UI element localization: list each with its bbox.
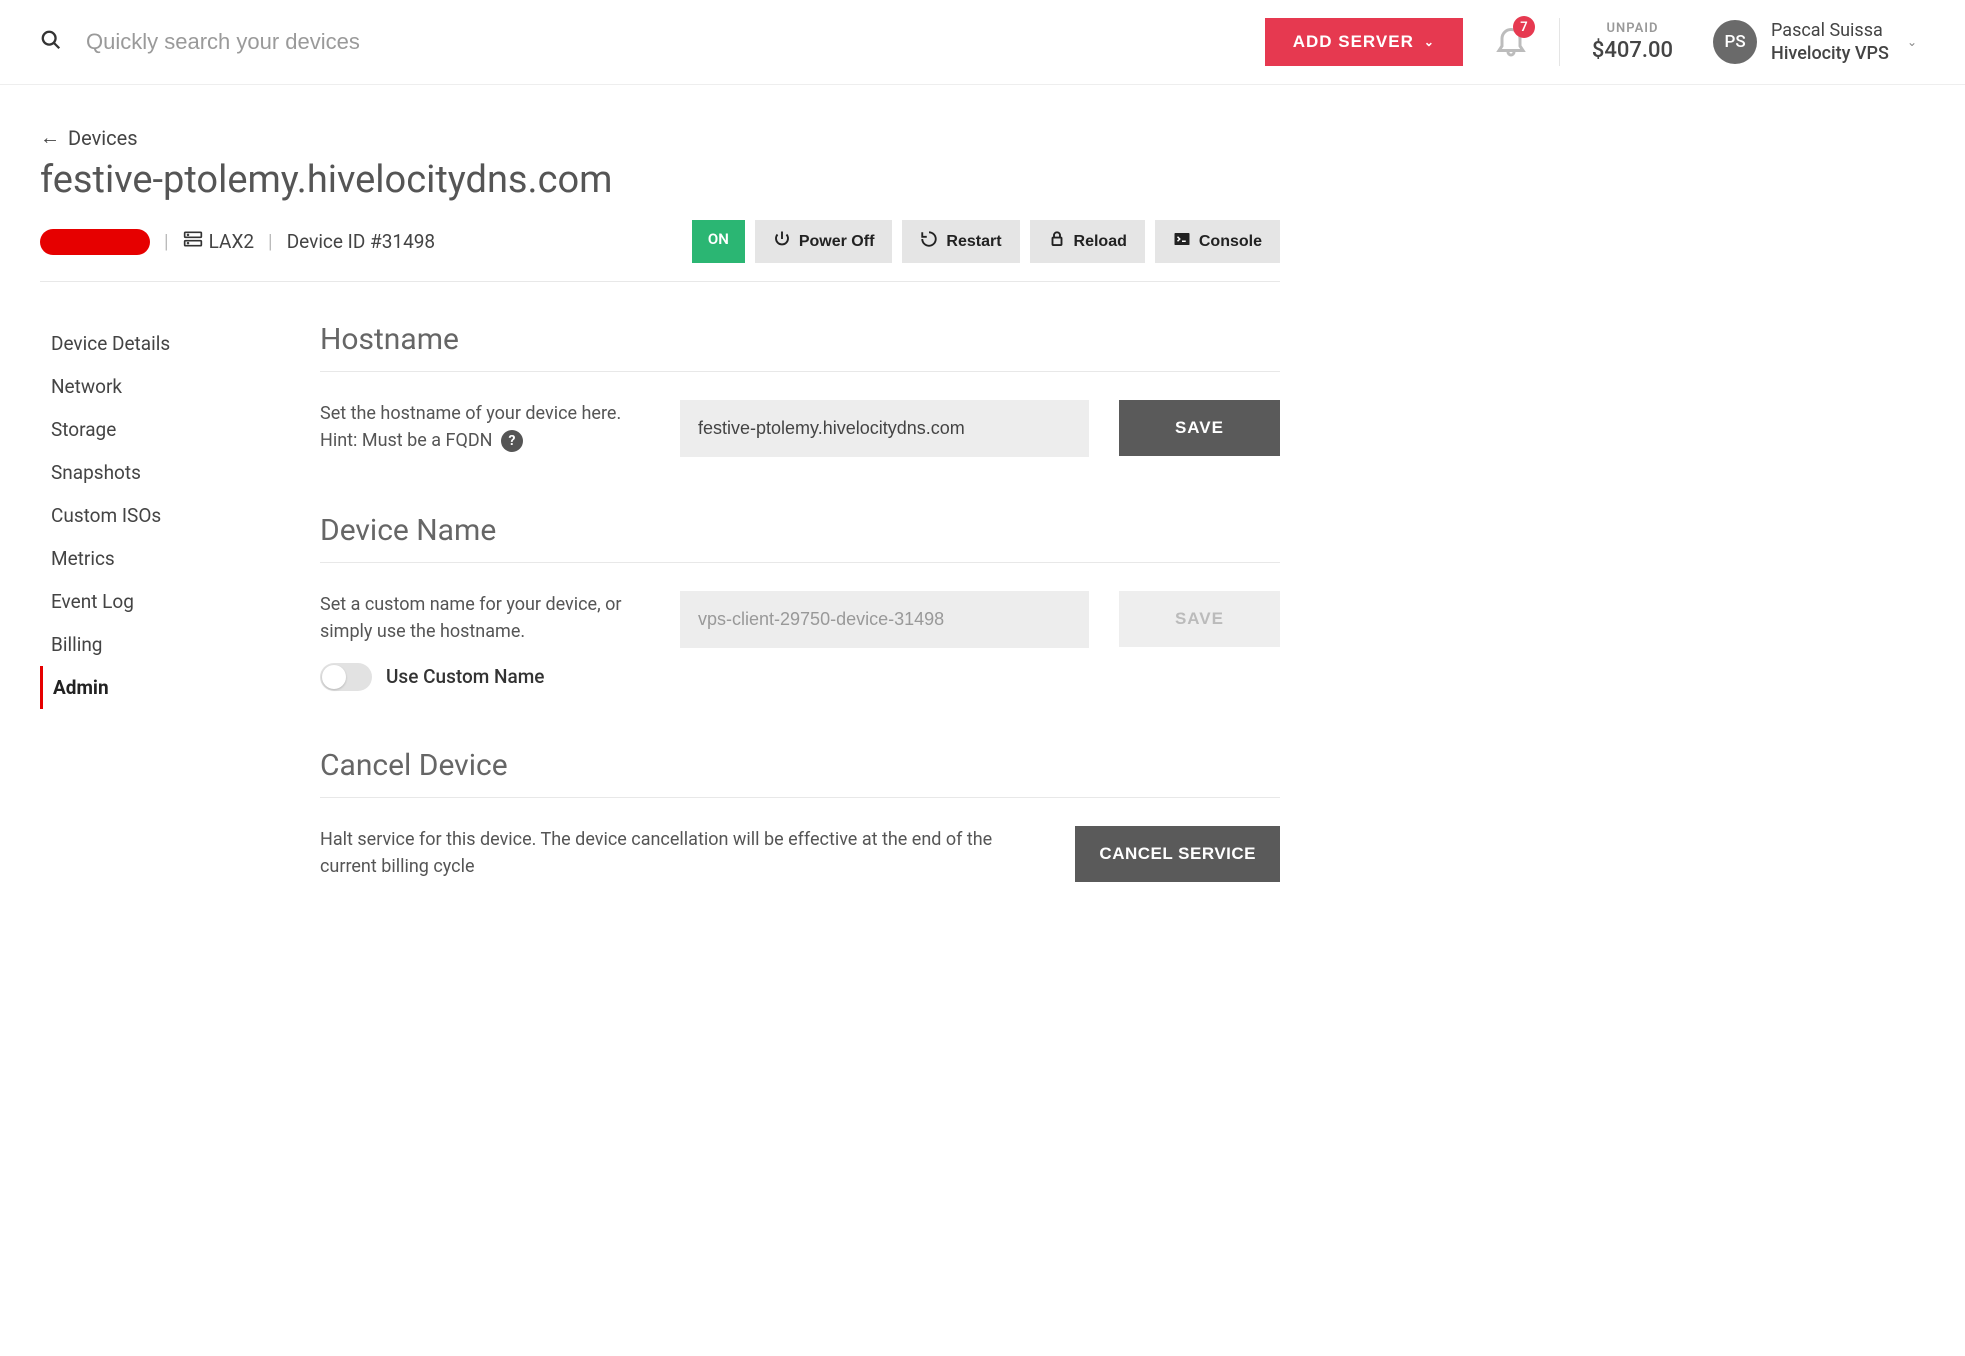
chevron-down-icon: ⌄ — [1907, 35, 1917, 49]
divider — [1559, 18, 1560, 66]
arrow-left-icon: ← — [40, 125, 60, 150]
sidebar-item-admin[interactable]: Admin — [40, 666, 280, 709]
custom-name-toggle[interactable] — [320, 663, 372, 691]
avatar: PS — [1713, 20, 1757, 64]
hostname-row: Set the hostname of your device here. Hi… — [320, 400, 1280, 457]
power-icon — [773, 230, 791, 253]
page-title: festive-ptolemy.hivelocitydns.com — [40, 158, 1280, 202]
sidebar-item-device-details[interactable]: Device Details — [40, 322, 280, 365]
search-input[interactable] — [86, 29, 486, 55]
user-menu[interactable]: PS Pascal Suissa Hivelocity VPS ⌄ — [1705, 19, 1925, 66]
notifications-button[interactable]: 7 — [1483, 22, 1539, 62]
hostname-save-button[interactable]: SAVE — [1119, 400, 1280, 456]
sidebar-item-event-log[interactable]: Event Log — [40, 580, 280, 623]
hostname-input[interactable] — [680, 400, 1089, 457]
user-name: Pascal Suissa — [1771, 19, 1889, 42]
power-off-button[interactable]: Power Off — [755, 220, 893, 263]
power-off-label: Power Off — [799, 233, 875, 251]
hostname-desc: Set the hostname of your device here. Hi… — [320, 400, 650, 454]
cancel-service-button[interactable]: CANCEL SERVICE — [1075, 826, 1280, 882]
console-button[interactable]: Console — [1155, 220, 1280, 263]
toggle-knob — [322, 665, 346, 689]
device-id: Device ID #31498 — [287, 230, 435, 253]
hostname-desc-line1: Set the hostname of your device here. — [320, 403, 621, 424]
cancel-desc: Halt service for this device. The device… — [320, 826, 1045, 880]
restart-icon — [920, 230, 938, 253]
reload-button[interactable]: Reload — [1030, 220, 1145, 263]
sidebar-item-custom-isos[interactable]: Custom ISOs — [40, 494, 280, 537]
sidebar: Device Details Network Storage Snapshots… — [40, 322, 280, 938]
user-org: Hivelocity VPS — [1771, 42, 1889, 65]
sidebar-item-metrics[interactable]: Metrics — [40, 537, 280, 580]
device-actions: ON Power Off Restart Reload Console — [692, 220, 1280, 263]
device-name-input — [680, 591, 1089, 648]
section-title-device-name: Device Name — [320, 513, 1280, 563]
status-badge: ON — [692, 220, 745, 263]
device-name-desc-text: Set a custom name for your device, or si… — [320, 594, 621, 642]
device-name-row: Set a custom name for your device, or si… — [320, 591, 1280, 692]
sidebar-item-network[interactable]: Network — [40, 365, 280, 408]
add-server-button[interactable]: ADD SERVER ⌄ — [1265, 18, 1463, 66]
user-text: Pascal Suissa Hivelocity VPS — [1771, 19, 1889, 66]
add-server-label: ADD SERVER — [1293, 32, 1414, 52]
search-icon[interactable] — [40, 29, 62, 55]
main: Hostname Set the hostname of your device… — [320, 322, 1280, 938]
console-icon — [1173, 230, 1191, 253]
reload-label: Reload — [1074, 233, 1127, 251]
chevron-down-icon: ⌄ — [1424, 35, 1435, 49]
facility: LAX2 — [183, 230, 254, 253]
toggle-row: Use Custom Name — [320, 663, 650, 692]
facility-code: LAX2 — [209, 230, 254, 253]
toggle-label: Use Custom Name — [386, 663, 544, 692]
restart-button[interactable]: Restart — [902, 220, 1019, 263]
top-bar: ADD SERVER ⌄ 7 UNPAID $407.00 PS Pascal … — [0, 0, 1965, 85]
section-device-name: Device Name Set a custom name for your d… — [320, 513, 1280, 692]
section-hostname: Hostname Set the hostname of your device… — [320, 322, 1280, 457]
meta-sep: | — [268, 230, 273, 253]
help-icon[interactable]: ? — [501, 430, 523, 452]
sidebar-item-storage[interactable]: Storage — [40, 408, 280, 451]
breadcrumb-back[interactable]: ← Devices — [40, 125, 1280, 150]
search-wrap — [40, 29, 1245, 55]
content: Device Details Network Storage Snapshots… — [40, 322, 1280, 938]
notification-badge: 7 — [1513, 16, 1535, 38]
cancel-row: Halt service for this device. The device… — [320, 826, 1280, 882]
unpaid-block[interactable]: UNPAID $407.00 — [1580, 21, 1685, 63]
server-icon — [183, 230, 203, 253]
section-title-cancel: Cancel Device — [320, 748, 1280, 798]
breadcrumb-label: Devices — [68, 126, 138, 150]
device-name-desc: Set a custom name for your device, or si… — [320, 591, 650, 692]
device-meta-row: | LAX2 | Device ID #31498 ON Power Off R… — [40, 220, 1280, 282]
restart-label: Restart — [946, 233, 1001, 251]
hostname-desc-line2: Hint: Must be a FQDN — [320, 430, 493, 451]
section-title-hostname: Hostname — [320, 322, 1280, 372]
ip-pill — [40, 229, 150, 255]
unpaid-label: UNPAID — [1592, 21, 1673, 36]
device-meta-left: | LAX2 | Device ID #31498 — [40, 229, 435, 255]
device-name-save-button: SAVE — [1119, 591, 1280, 647]
unpaid-amount: $407.00 — [1592, 38, 1673, 63]
console-label: Console — [1199, 233, 1262, 251]
section-cancel-device: Cancel Device Halt service for this devi… — [320, 748, 1280, 882]
page-body: ← Devices festive-ptolemy.hivelocitydns.… — [0, 85, 1320, 998]
sidebar-item-snapshots[interactable]: Snapshots — [40, 451, 280, 494]
reload-icon — [1048, 230, 1066, 253]
sidebar-item-billing[interactable]: Billing — [40, 623, 280, 666]
meta-sep: | — [164, 230, 169, 253]
